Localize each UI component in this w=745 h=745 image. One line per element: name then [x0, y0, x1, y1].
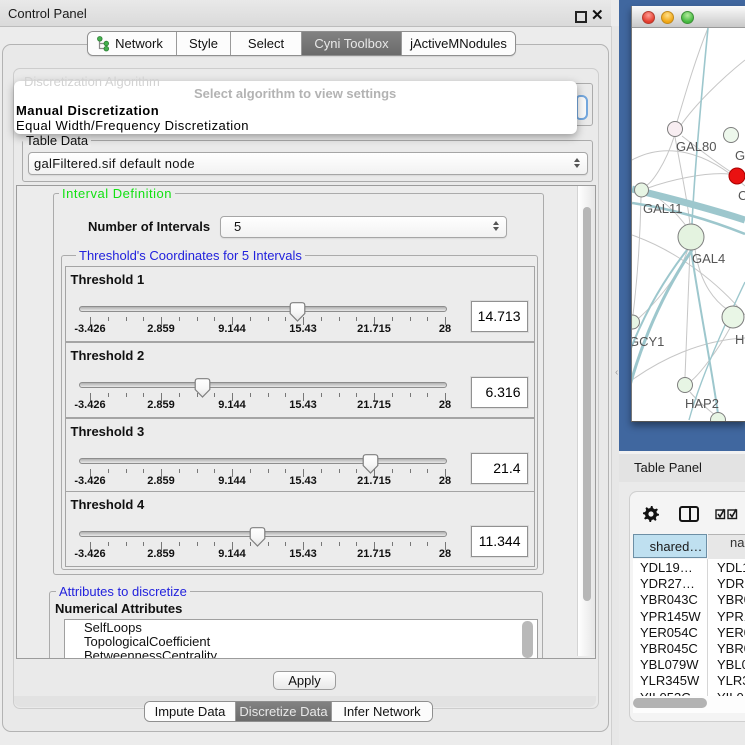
- svg-text:C: C: [738, 188, 745, 203]
- svg-text:GAL80: GAL80: [676, 139, 716, 154]
- svg-text:H: H: [735, 332, 744, 347]
- svg-text:GCY1: GCY1: [632, 334, 664, 349]
- svg-text:GAL11: GAL11: [643, 201, 683, 216]
- svg-text:G: G: [735, 148, 745, 163]
- svg-text:HAP2: HAP2: [685, 396, 719, 411]
- svg-text:GAL4: GAL4: [692, 251, 725, 266]
